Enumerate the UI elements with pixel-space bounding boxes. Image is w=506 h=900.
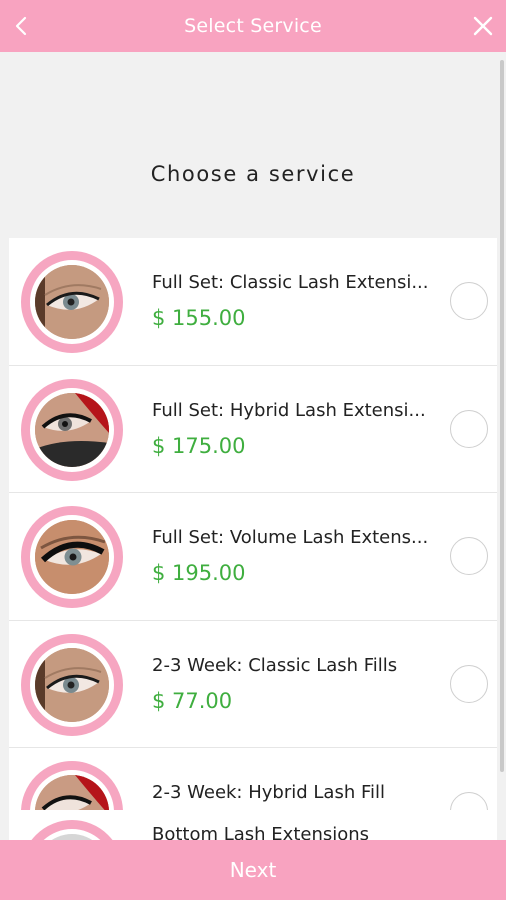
service-name: 2-3 Week: Hybrid Lash Fill: [152, 782, 385, 803]
page-title: Select Service: [184, 15, 322, 37]
scrollbar[interactable]: [500, 60, 504, 772]
service-image: [21, 378, 123, 481]
service-row[interactable]: Full Set: Hybrid Lash Extensi... $ 175.0…: [9, 365, 497, 493]
close-icon[interactable]: [470, 10, 496, 42]
service-price: $ 195.00: [152, 561, 246, 585]
select-radio[interactable]: [450, 409, 488, 448]
service-name: Bottom Lash Extensions: [152, 824, 370, 840]
select-radio[interactable]: [450, 537, 488, 575]
select-radio[interactable]: [450, 792, 488, 810]
next-button[interactable]: Next: [0, 840, 506, 900]
service-image: [21, 251, 123, 353]
service-name: Full Set: Hybrid Lash Extensi...: [152, 399, 426, 421]
service-image: [21, 761, 123, 810]
top-bar: Select Service: [0, 0, 506, 52]
eye-photo: [35, 520, 109, 594]
heading-area: Choose a service: [0, 52, 506, 238]
service-image: [21, 820, 123, 840]
service-row-partial[interactable]: Bottom Lash Extensions: [9, 810, 497, 840]
section-heading: Choose a service: [150, 162, 356, 186]
eye-photo: [35, 265, 109, 339]
service-name: Full Set: Volume Lash Extens...: [152, 527, 429, 548]
service-name: Full Set: Classic Lash Extensi...: [152, 272, 429, 293]
eye-photo: [35, 775, 109, 810]
service-name: 2-3 Week: Classic Lash Fills: [152, 654, 398, 676]
service-price: $ 175.00: [152, 433, 246, 458]
select-radio[interactable]: [450, 282, 488, 320]
service-price: $ 155.00: [152, 306, 246, 330]
service-row[interactable]: Full Set: Volume Lash Extens... $ 195.00: [9, 493, 497, 621]
service-row[interactable]: Full Set: Classic Lash Extensi... $ 155.…: [9, 238, 497, 366]
service-image: [21, 633, 123, 736]
service-list: Full Set: Classic Lash Extensi... $ 155.…: [9, 238, 497, 810]
eye-photo: [35, 392, 109, 467]
service-row[interactable]: 2-3 Week: Hybrid Lash Fill: [9, 748, 497, 810]
next-button-label: Next: [229, 858, 277, 882]
eye-photo: [35, 647, 109, 722]
select-radio[interactable]: [450, 664, 488, 703]
service-price: $ 77.00: [152, 688, 233, 713]
service-row[interactable]: 2-3 Week: Classic Lash Fills $ 77.00: [9, 620, 497, 748]
service-image: [21, 506, 123, 608]
chevron-left-icon[interactable]: [10, 10, 34, 42]
